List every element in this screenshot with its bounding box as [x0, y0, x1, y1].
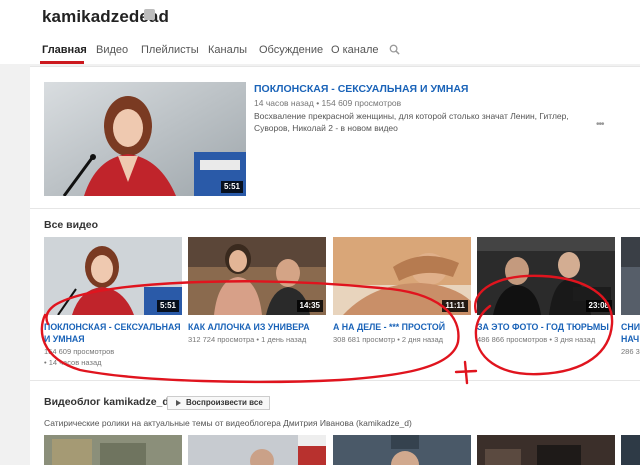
video-views: 154 609 просмотров [44, 347, 115, 356]
video-title[interactable]: СНИ НАЧ [621, 321, 640, 345]
playlist-thumbnail-image [477, 435, 615, 465]
tab-discussion[interactable]: Обсуждение [259, 44, 323, 56]
more-options-icon[interactable]: ••• [596, 119, 604, 130]
channel-content: 5:51 ПОКЛОНСКАЯ - СЕКСУАЛЬНАЯ И УМНАЯ 14… [30, 66, 640, 465]
playlist-title[interactable]: Видеоблог kamikadze_d [44, 396, 169, 408]
featured-duration-badge: 5:51 [220, 181, 243, 193]
playlist-thumbnail-image [44, 435, 182, 465]
video-title[interactable]: ПОКЛОНСКАЯ - СЕКСУАЛЬНАЯ И УМНАЯ [44, 321, 184, 345]
duration-badge: 11:11 [442, 300, 468, 312]
play-all-label: Воспроизвести все [186, 398, 263, 407]
playlist-thumbnail-image [621, 435, 640, 465]
playlist-video-thumbnail[interactable] [333, 435, 471, 465]
video-title-line: ПОКЛОНСКАЯ - СЕКСУАЛЬНАЯ [44, 322, 181, 332]
video-title-line: И УМНАЯ [44, 334, 85, 344]
all-videos-title[interactable]: Все видео [44, 219, 98, 231]
playlist-video-thumbnail[interactable] [188, 435, 326, 465]
video-thumbnail[interactable]: 23:08 [477, 237, 615, 315]
playlist-video-thumbnail[interactable] [477, 435, 615, 465]
video-age: • 14 часов назад [44, 358, 102, 367]
video-thumbnail[interactable]: 14:35 [188, 237, 326, 315]
active-tab-indicator [40, 61, 84, 64]
video-card[interactable]: СНИ НАЧ 286 3 [621, 237, 640, 377]
video-meta: 312 724 просмотра • 1 день назад [188, 335, 307, 344]
channel-tabs: Главная Видео Плейлисты Каналы Обсуждени… [0, 38, 640, 65]
tab-home[interactable]: Главная [42, 44, 87, 56]
featured-video-meta: 14 часов назад • 154 609 просмотров [254, 98, 402, 108]
duration-badge: 23:08 [585, 300, 612, 312]
video-meta: 308 681 просмотр • 2 дня назад [333, 335, 444, 344]
video-thumbnail-image [621, 237, 640, 315]
video-meta: 486 866 просмотров • 3 дня назад [477, 335, 596, 344]
video-title-line: НАЧ [621, 334, 640, 344]
video-title[interactable]: ЗА ЭТО ФОТО - ГОД ТЮРЬМЫ [477, 321, 617, 333]
play-icon [176, 400, 181, 406]
featured-video-thumbnail[interactable]: 5:51 [44, 82, 246, 196]
section-divider [30, 380, 640, 381]
video-thumbnail[interactable]: 11:11 [333, 237, 471, 315]
playlist-description: Сатирические ролики на актуальные темы о… [44, 418, 412, 428]
channel-header: kamikadzedead Главная Видео Плейлисты Ка… [0, 0, 640, 64]
tab-about[interactable]: О канале [331, 44, 379, 56]
tab-playlists[interactable]: Плейлисты [141, 44, 199, 56]
playlist-video-thumbnail[interactable] [621, 435, 640, 465]
playlist-thumbnail-image [333, 435, 471, 465]
featured-video-title[interactable]: ПОКЛОНСКАЯ - СЕКСУАЛЬНАЯ И УМНАЯ [254, 83, 468, 95]
search-icon[interactable] [389, 44, 400, 55]
tab-videos[interactable]: Видео [96, 44, 128, 56]
featured-thumbnail-image [44, 82, 246, 196]
video-title[interactable]: А НА ДЕЛЕ - *** ПРОСТОЙ [333, 321, 473, 333]
duration-badge: 5:51 [156, 300, 179, 312]
playlist-video-thumbnail[interactable] [44, 435, 182, 465]
video-title[interactable]: КАК АЛЛОЧКА ИЗ УНИВЕРА [188, 321, 328, 333]
verified-icon [144, 9, 155, 20]
tab-channels[interactable]: Каналы [208, 44, 247, 56]
featured-video-description: Восхваление прекрасной женщины, для кото… [254, 111, 569, 133]
play-all-button[interactable]: Воспроизвести все [167, 396, 270, 410]
section-divider [30, 208, 640, 209]
playlist-thumbnail-image [188, 435, 326, 465]
duration-badge: 14:35 [296, 300, 323, 312]
video-title-line: СНИ [621, 322, 640, 332]
video-thumbnail[interactable]: 5:51 [44, 237, 182, 315]
video-thumbnail[interactable] [621, 237, 640, 315]
video-meta: 286 3 [621, 347, 640, 356]
